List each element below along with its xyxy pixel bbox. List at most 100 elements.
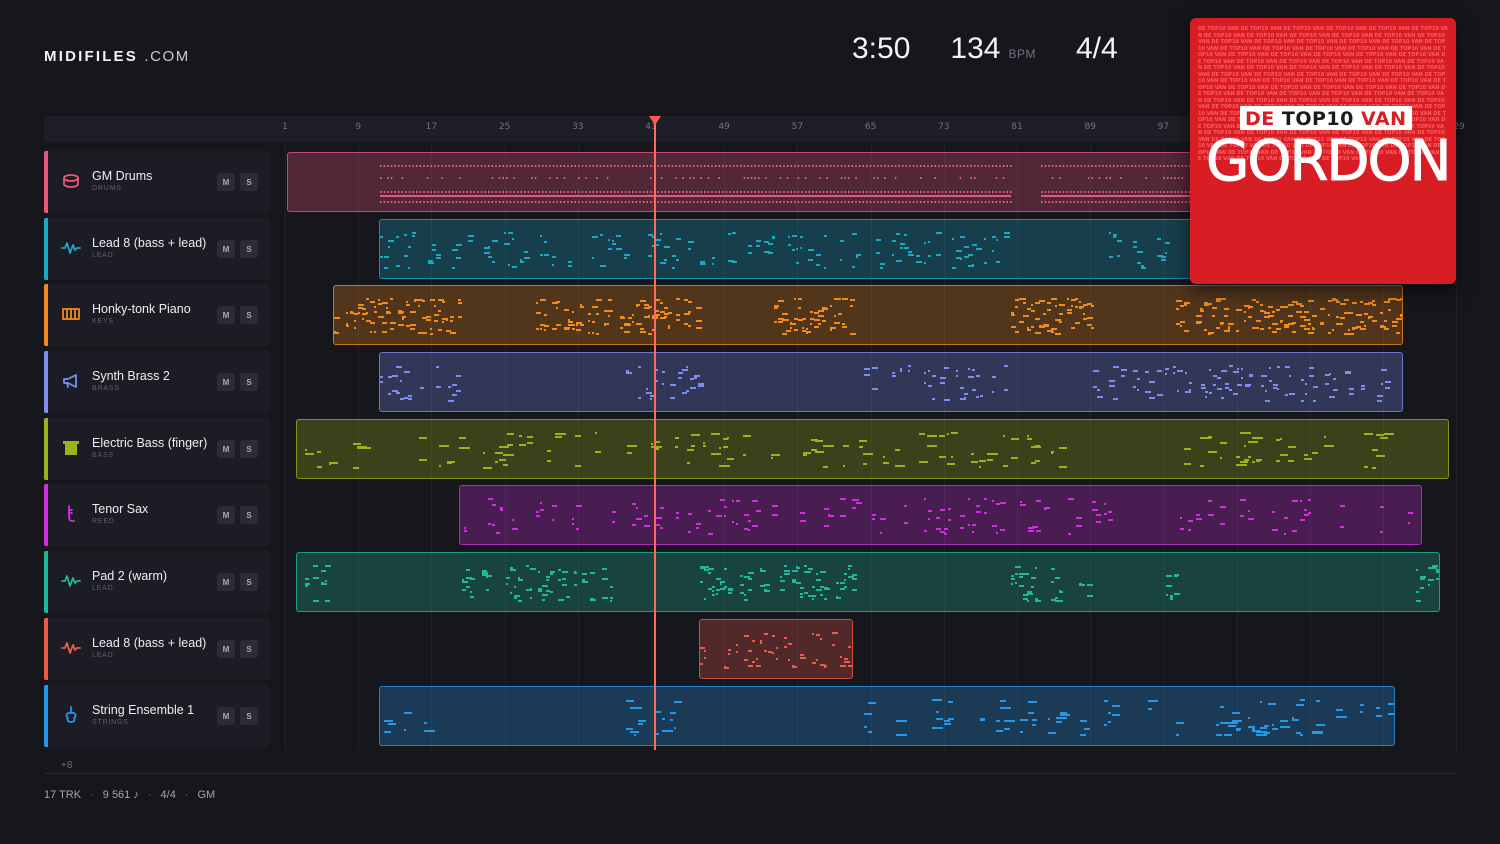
midi-note [876, 239, 881, 241]
midi-note [784, 570, 790, 572]
midi-note [815, 201, 818, 203]
midi-clip[interactable] [379, 352, 1403, 412]
midi-note [676, 238, 681, 240]
midi-note [816, 579, 821, 581]
midi-note [374, 306, 376, 308]
mute-button[interactable]: M [217, 506, 235, 524]
track-header[interactable]: Tenor Sax REED M S [44, 484, 270, 546]
midi-note [1105, 177, 1108, 179]
midi-note [405, 191, 407, 193]
midi-note [764, 650, 767, 652]
mute-button[interactable]: M [217, 707, 235, 725]
midi-note [390, 165, 393, 167]
midi-note [1236, 309, 1241, 311]
midi-note [624, 201, 627, 203]
midi-note [1138, 165, 1140, 167]
midi-note [388, 240, 394, 242]
midi-note [716, 578, 721, 580]
midi-note [499, 446, 509, 448]
mute-button[interactable]: M [217, 373, 235, 391]
midi-note [1035, 598, 1038, 600]
track-header[interactable]: Synth Brass 2 BRASS M S [44, 351, 270, 413]
mute-button[interactable]: M [217, 573, 235, 591]
midi-note [1328, 300, 1332, 302]
midi-note [916, 201, 918, 203]
solo-button[interactable]: S [240, 173, 258, 191]
midi-note [544, 254, 549, 256]
solo-button[interactable]: S [240, 707, 258, 725]
midi-note [676, 517, 679, 519]
track-header[interactable]: Pad 2 (warm) LEAD M S [44, 551, 270, 613]
midi-note [1098, 177, 1101, 179]
solo-button[interactable]: S [240, 573, 258, 591]
midi-note [572, 324, 575, 326]
midi-note [1216, 724, 1219, 726]
midi-note [848, 568, 850, 570]
midi-note [396, 265, 400, 267]
mute-button[interactable]: M [217, 640, 235, 658]
midi-note [550, 591, 553, 593]
midi-clip[interactable] [699, 619, 853, 679]
midi-note [1248, 717, 1250, 719]
midi-clip[interactable] [296, 419, 1449, 479]
midi-note [1304, 454, 1308, 456]
mute-button[interactable]: M [217, 240, 235, 258]
midi-note [1060, 714, 1070, 716]
midi-note [632, 503, 636, 505]
midi-note [660, 233, 662, 235]
track-header[interactable]: String Ensemble 1 STRINGS M S [44, 685, 270, 747]
midi-note [1048, 718, 1050, 720]
midi-note [628, 324, 631, 326]
midi-note [436, 257, 441, 259]
midi-clip[interactable] [459, 485, 1422, 545]
track-header[interactable]: Lead 8 (bass + lead) LEAD M S [44, 618, 270, 680]
midi-note [670, 384, 676, 386]
midi-clip[interactable] [296, 552, 1440, 612]
mute-button[interactable]: M [217, 173, 235, 191]
solo-button[interactable]: S [240, 240, 258, 258]
midi-note [657, 165, 659, 167]
midi-note [1220, 442, 1227, 444]
midi-note [815, 451, 824, 453]
midi-note [1205, 391, 1208, 393]
midi-clip[interactable] [333, 285, 1403, 345]
playhead-marker-icon[interactable] [649, 116, 661, 125]
midi-note [727, 437, 729, 439]
midi-note [1141, 201, 1144, 203]
midi-note [836, 597, 841, 599]
midi-note [568, 324, 572, 326]
more-tracks-label[interactable]: +8 [61, 760, 72, 771]
mute-button[interactable]: M [217, 306, 235, 324]
midi-note [576, 322, 582, 324]
solo-button[interactable]: S [240, 306, 258, 324]
midi-note [574, 191, 576, 193]
midi-note [386, 307, 388, 309]
midi-note [896, 720, 907, 722]
track-header[interactable]: GM Drums DRUMS M S [44, 151, 270, 213]
track-header[interactable]: Electric Bass (finger) BASS M S [44, 418, 270, 480]
midi-note [1028, 530, 1034, 532]
track-header[interactable]: Honky-tonk Piano KEYS M S [44, 284, 270, 346]
midi-note [880, 201, 882, 203]
midi-note [824, 598, 827, 600]
solo-button[interactable]: S [240, 440, 258, 458]
time-signature-value: 4/4 [1075, 32, 1118, 65]
midi-note [520, 259, 522, 261]
footer-time-signature: 4/4 [160, 789, 176, 801]
track-header[interactable]: Lead 8 (bass + lead) LEAD M S [44, 218, 270, 280]
midi-note [674, 727, 676, 729]
midi-note [632, 165, 634, 167]
midi-note [1177, 165, 1180, 167]
playhead[interactable] [654, 118, 656, 750]
solo-button[interactable]: S [240, 373, 258, 391]
solo-button[interactable]: S [240, 506, 258, 524]
midi-note [672, 267, 675, 269]
note-count: 9 561 ♪ [102, 789, 139, 801]
midi-clip[interactable] [379, 686, 1395, 746]
midi-note [1059, 321, 1062, 323]
midi-note [1221, 397, 1224, 399]
solo-button[interactable]: S [240, 640, 258, 658]
midi-note [585, 191, 587, 193]
track-category: BASS [92, 452, 114, 459]
mute-button[interactable]: M [217, 440, 235, 458]
